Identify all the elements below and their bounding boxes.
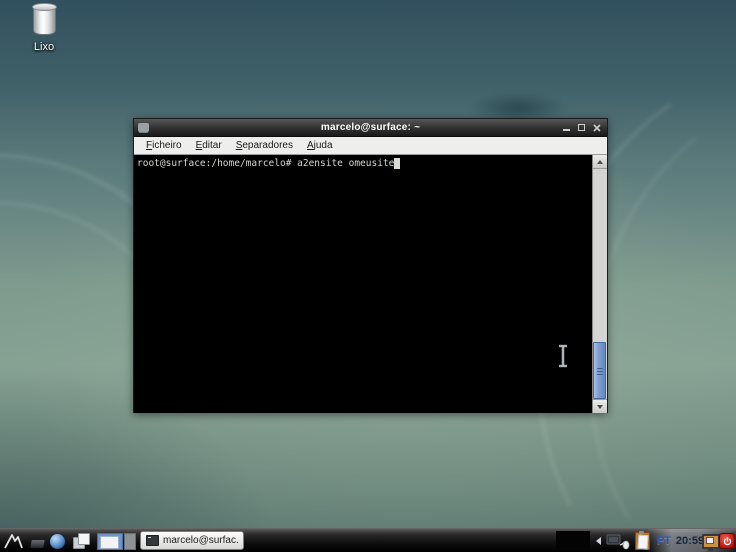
keyboard-layout-indicator[interactable]: PT (654, 529, 674, 552)
network-manager-tray-icon[interactable] (605, 529, 631, 552)
clipboard-manager-tray-icon[interactable] (633, 529, 651, 552)
menu-tabs[interactable]: Separadores (230, 139, 299, 152)
terminal-scrollbar[interactable] (592, 155, 607, 413)
workspace-window-thumbnail (99, 535, 119, 549)
terminal-prompt-line: root@surface:/home/marcelo# a2ensite ome… (137, 158, 395, 169)
scroll-down-button[interactable] (593, 399, 607, 413)
up-arrow-icon (597, 160, 603, 164)
workspace-switcher (95, 529, 137, 552)
down-arrow-icon (597, 405, 603, 409)
menu-file[interactable]: Ficheiro (140, 139, 188, 152)
monitor-icon (702, 533, 720, 551)
menubar: Ficheiro Editar Separadores Ajuda (134, 137, 607, 155)
power-icon (719, 533, 735, 549)
terminal-window: marcelo@surface: ~ Ficheiro Editar Separ… (133, 118, 608, 413)
terminal-block-cursor (394, 158, 401, 169)
scrollbar-thumb[interactable] (593, 342, 606, 399)
menu-help[interactable]: Ajuda (301, 139, 339, 152)
menu-edit[interactable]: Editar (190, 139, 228, 152)
left-arrow-icon (595, 537, 601, 545)
trash-desktop-icon[interactable]: Lixo (24, 3, 64, 53)
session-tray-icon[interactable] (702, 529, 720, 552)
terminal-text-area[interactable]: root@surface:/home/marcelo# a2ensite ome… (134, 155, 593, 413)
show-desktop-button[interactable] (29, 529, 45, 552)
network-icon (606, 534, 630, 549)
trash-label: Lixo (33, 41, 55, 53)
close-button[interactable] (593, 123, 601, 132)
taskbar-window-button[interactable]: marcelo@surfac... (140, 531, 244, 550)
applications-menu-button[interactable] (1, 529, 25, 552)
trash-icon (31, 3, 57, 35)
taskbar: marcelo@surfac... PT 20:59 (0, 528, 736, 552)
shutdown-button[interactable] (719, 529, 735, 552)
workspace-1-active[interactable] (96, 532, 123, 550)
terminal-pane: root@surface:/home/marcelo# a2ensite ome… (134, 155, 607, 413)
minimize-button[interactable] (563, 124, 571, 132)
taskbar-window-label: marcelo@surfac... (163, 535, 238, 546)
workspace-2[interactable] (123, 532, 136, 550)
show-desktop-icon (29, 540, 45, 548)
applications-menu-icon (3, 534, 23, 549)
clipboard-icon (634, 531, 650, 550)
window-titlebar[interactable]: marcelo@surface: ~ (134, 119, 607, 137)
globe-icon (50, 533, 65, 549)
window-controls (563, 123, 607, 132)
window-list-button[interactable] (70, 529, 92, 552)
maximize-button[interactable] (578, 123, 586, 132)
systray-black-area (556, 531, 590, 551)
desktop: Lixo marcelo@surface: ~ Ficheiro Editar … (0, 0, 736, 552)
terminal-icon (146, 535, 159, 546)
scroll-up-button[interactable] (593, 155, 607, 169)
window-title: marcelo@surface: ~ (320, 122, 421, 133)
systray-collapse-button[interactable] (593, 529, 603, 552)
web-browser-launcher[interactable] (48, 529, 67, 552)
